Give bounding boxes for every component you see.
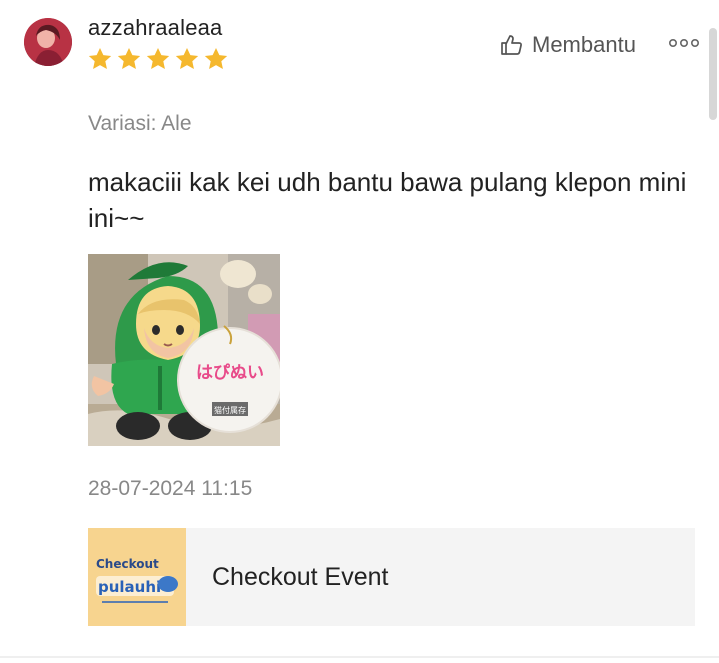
avatar[interactable] xyxy=(24,18,72,66)
event-title: Checkout Event xyxy=(212,562,389,591)
helpful-button[interactable]: Membantu xyxy=(500,30,636,60)
review-item: azzahraaleaa Membantu Variasi: Ale makac… xyxy=(0,0,719,663)
thumbs-up-icon xyxy=(500,33,524,57)
divider xyxy=(0,656,719,658)
review-timestamp: 28-07-2024 11:15 xyxy=(88,477,253,500)
star-icon xyxy=(145,46,171,72)
photo-tag-sub: 猫付属存 xyxy=(214,405,246,415)
review-photo[interactable]: はぴぬい 猫付属存 xyxy=(88,254,280,446)
star-icon xyxy=(87,46,113,72)
checkout-event-card[interactable]: Checkout pulauhi Checkout Event xyxy=(88,528,695,626)
star-icon xyxy=(174,46,200,72)
event-thumb-line2: pulauhi xyxy=(98,578,161,596)
star-icon xyxy=(203,46,229,72)
event-thumbnail: Checkout pulauhi xyxy=(88,528,186,626)
more-options-icon[interactable] xyxy=(668,34,700,52)
helpful-label: Membantu xyxy=(532,32,636,57)
variation-label: Variasi: Ale xyxy=(88,112,192,135)
photo-tag-text: はぴぬい xyxy=(196,363,264,383)
review-text: makaciii kak kei udh bantu bawa pulang k… xyxy=(88,167,687,233)
star-icon xyxy=(116,46,142,72)
event-thumb-line1: Checkout xyxy=(96,557,159,571)
scrollbar[interactable] xyxy=(709,28,717,120)
username[interactable]: azzahraaleaa xyxy=(88,15,223,41)
star-rating xyxy=(87,46,229,74)
